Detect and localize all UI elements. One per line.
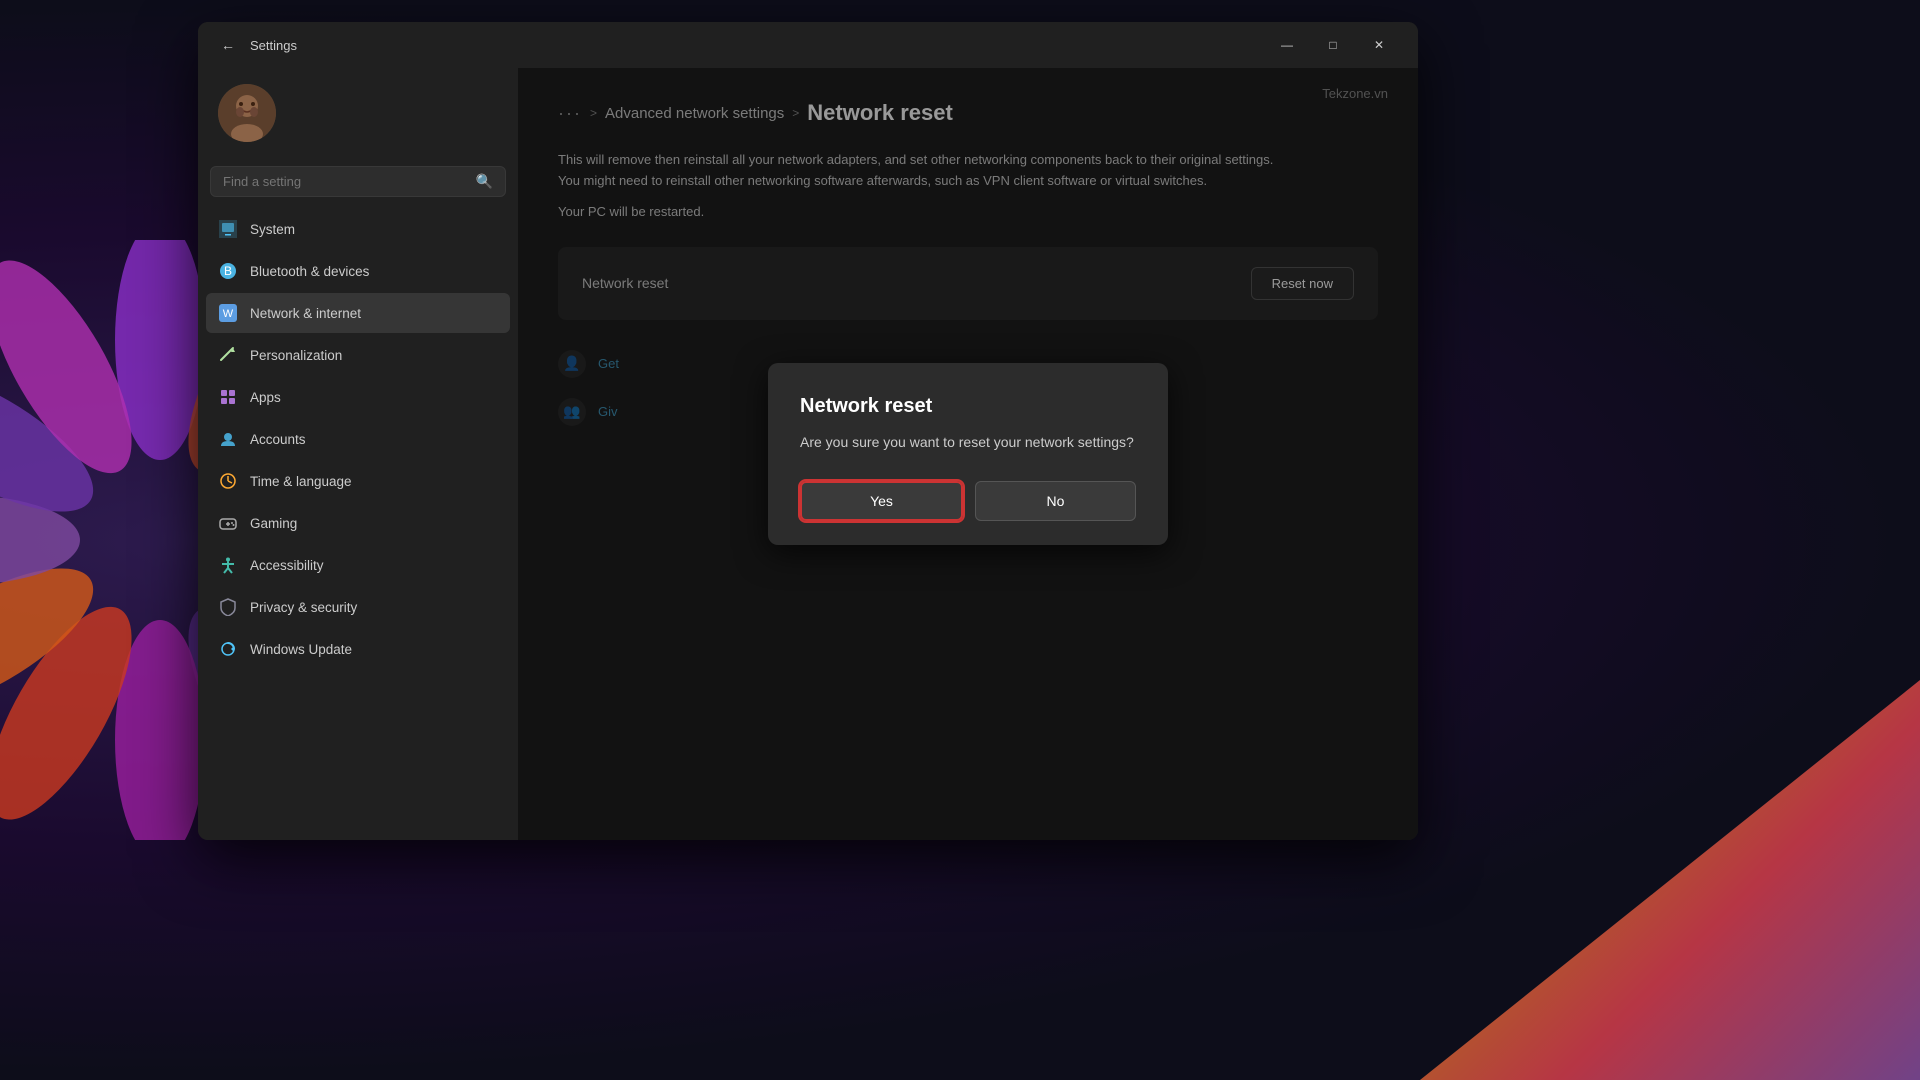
sidebar: 🔍 System B Bluetooth & devices W Network & i… xyxy=(198,68,518,840)
search-icon: 🔍 xyxy=(476,173,493,190)
search-box[interactable]: 🔍 xyxy=(210,166,506,197)
dialog-buttons: Yes No xyxy=(800,481,1136,521)
sidebar-item-accounts[interactable]: Accounts xyxy=(206,419,510,459)
network-icon: W xyxy=(218,303,238,323)
sidebar-item-accessibility[interactable]: Accessibility xyxy=(206,545,510,585)
avatar xyxy=(218,84,276,142)
update-icon xyxy=(218,639,238,659)
svg-text:W: W xyxy=(223,308,234,320)
dialog-overlay: Network reset Are you sure you want to r… xyxy=(518,68,1418,840)
sidebar-item-bluetooth[interactable]: B Bluetooth & devices xyxy=(206,251,510,291)
sidebar-item-label-bluetooth: Bluetooth & devices xyxy=(250,264,369,279)
sidebar-item-apps[interactable]: Apps xyxy=(206,377,510,417)
sidebar-item-system[interactable]: System xyxy=(206,209,510,249)
time-icon xyxy=(218,471,238,491)
bluetooth-icon: B xyxy=(218,261,238,281)
sidebar-item-personalization[interactable]: Personalization xyxy=(206,335,510,375)
network-reset-dialog: Network reset Are you sure you want to r… xyxy=(768,363,1168,545)
svg-text:B: B xyxy=(224,264,232,278)
minimize-button[interactable]: — xyxy=(1264,29,1310,61)
main-content: Tekzone.vn ··· > Advanced network settin… xyxy=(518,68,1418,840)
sidebar-item-label-update: Windows Update xyxy=(250,642,352,657)
nav-menu: System B Bluetooth & devices W Network & int… xyxy=(206,209,510,671)
maximize-button[interactable]: □ xyxy=(1310,29,1356,61)
sidebar-item-label-accessibility: Accessibility xyxy=(250,558,324,573)
sidebar-item-label-time: Time & language xyxy=(250,474,352,489)
sidebar-item-gaming[interactable]: Gaming xyxy=(206,503,510,543)
sidebar-item-label-personalization: Personalization xyxy=(250,348,342,363)
back-button[interactable]: ← xyxy=(214,31,242,59)
user-profile[interactable] xyxy=(206,68,510,158)
accessibility-icon xyxy=(218,555,238,575)
dialog-title: Network reset xyxy=(800,395,1136,418)
titlebar: ← Settings — □ ✕ xyxy=(198,22,1418,68)
window-title: Settings xyxy=(250,38,297,53)
sidebar-item-label-network: Network & internet xyxy=(250,306,361,321)
sidebar-item-update[interactable]: Windows Update xyxy=(206,629,510,669)
sidebar-item-label-gaming: Gaming xyxy=(250,516,297,531)
apps-icon xyxy=(218,387,238,407)
sidebar-item-privacy[interactable]: Privacy & security xyxy=(206,587,510,627)
sidebar-item-label-accounts: Accounts xyxy=(250,432,306,447)
back-icon: ← xyxy=(221,37,235,53)
window-content: 🔍 System B Bluetooth & devices W Network & i… xyxy=(198,68,1418,840)
dialog-yes-button[interactable]: Yes xyxy=(800,481,963,521)
right-decoration xyxy=(1420,680,1920,1080)
dialog-message: Are you sure you want to reset your netw… xyxy=(800,432,1136,453)
gaming-icon xyxy=(218,513,238,533)
close-button[interactable]: ✕ xyxy=(1356,29,1402,61)
privacy-icon xyxy=(218,597,238,617)
sidebar-item-network[interactable]: W Network & internet xyxy=(206,293,510,333)
dialog-no-button[interactable]: No xyxy=(975,481,1136,521)
settings-window: ← Settings — □ ✕ xyxy=(198,22,1418,840)
sidebar-item-label-system: System xyxy=(250,222,295,237)
system-icon xyxy=(218,219,238,239)
personalization-icon xyxy=(218,345,238,365)
window-controls: — □ ✕ xyxy=(1264,29,1402,61)
search-input[interactable] xyxy=(223,174,472,189)
sidebar-item-label-privacy: Privacy & security xyxy=(250,600,357,615)
sidebar-item-label-apps: Apps xyxy=(250,390,281,405)
sidebar-item-time[interactable]: Time & language xyxy=(206,461,510,501)
accounts-icon xyxy=(218,429,238,449)
